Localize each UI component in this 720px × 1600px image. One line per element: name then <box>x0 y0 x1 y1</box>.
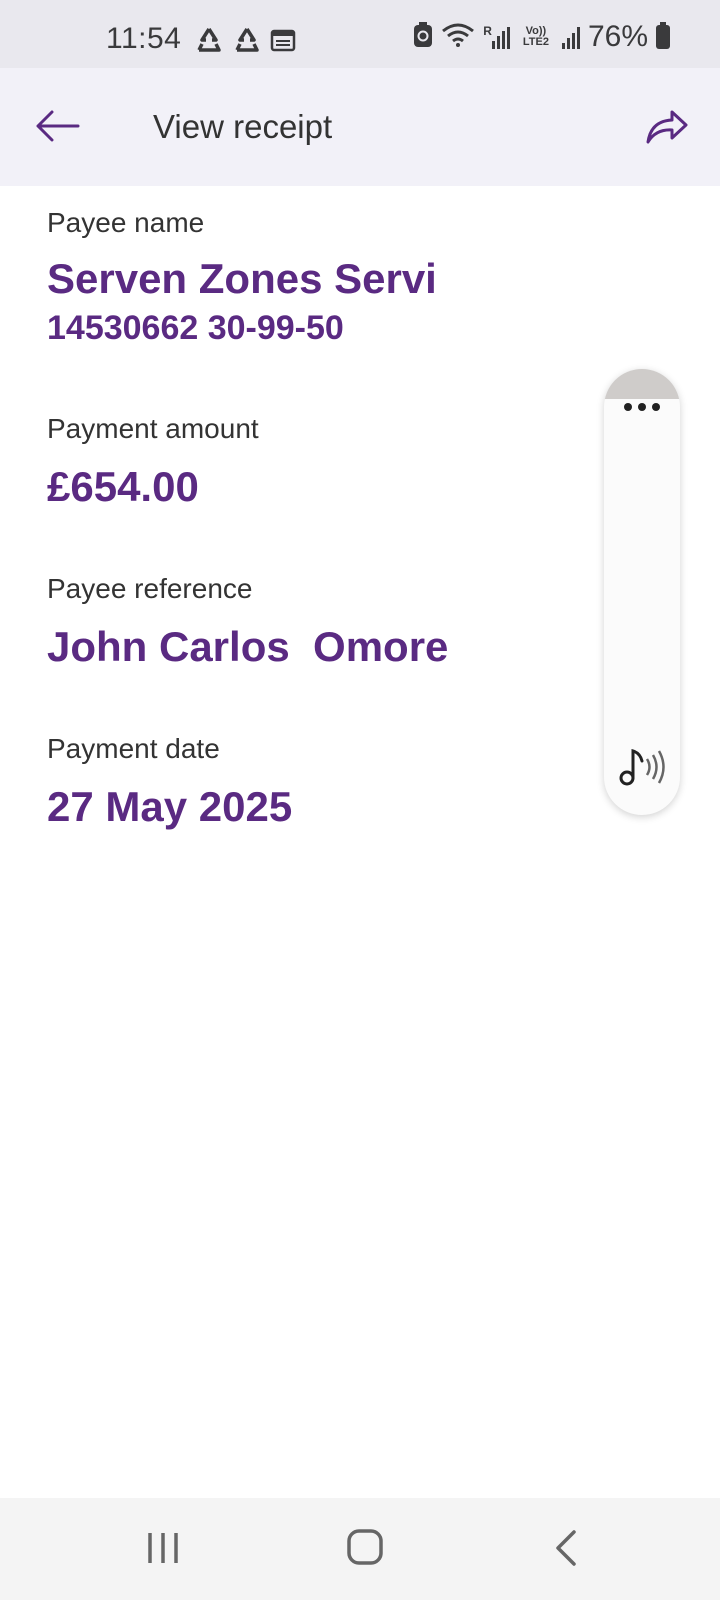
payee-reference-section: Payee reference John Carlos Omore <box>47 573 448 671</box>
payee-name-label: Payee name <box>47 207 205 238</box>
back-button[interactable] <box>34 108 82 144</box>
payee-reference-label: Payee reference <box>47 573 253 604</box>
audio-note-icon[interactable] <box>618 745 668 789</box>
system-nav-bar <box>0 1498 720 1600</box>
status-bar: 11:54 R Vo)) LTE2 76% <box>0 0 720 68</box>
payment-date-label: Payment date <box>47 733 220 764</box>
calendar-icon <box>270 28 296 57</box>
home-icon[interactable] <box>346 1528 384 1566</box>
payment-amount-label: Payment amount <box>47 413 259 444</box>
payee-account-details: 14530662 30-99-50 <box>47 309 344 347</box>
status-notification-icons <box>194 26 296 59</box>
share-button[interactable] <box>644 108 690 146</box>
app-bar: View receipt <box>0 68 720 186</box>
arrow-left-icon <box>36 110 80 142</box>
share-arrow-icon <box>646 110 688 144</box>
payment-date-section: Payment date 27 May 2025 <box>47 733 292 831</box>
status-time: 11:54 <box>106 22 182 55</box>
recents-icon[interactable] <box>146 1530 180 1566</box>
battery-percentage: 76% <box>587 20 648 53</box>
roaming-label: R <box>483 24 492 38</box>
page-title: View receipt <box>153 108 333 145</box>
payee-name-value: Serven Zones Servi <box>47 255 437 302</box>
floating-side-panel[interactable] <box>604 369 680 815</box>
battery-saver-icon <box>413 21 433 53</box>
payee-reference-value: John Carlos Omore <box>47 623 449 670</box>
signal-icon <box>561 25 580 49</box>
more-dots-icon[interactable] <box>624 403 660 411</box>
panel-drag-handle[interactable] <box>604 369 680 399</box>
status-system-icons: R Vo)) LTE2 76% <box>413 20 670 54</box>
battery-icon <box>656 22 670 49</box>
payee-name-section: Payee name Serven Zones Servi 14530662 3… <box>47 207 437 348</box>
payment-amount-value: £654.00 <box>47 463 199 510</box>
roaming-signal-icon: R <box>483 25 510 49</box>
payment-amount-section: Payment amount £654.00 <box>47 413 259 511</box>
lte-label: Vo)) LTE2 <box>522 25 549 48</box>
recycle-icon <box>232 26 262 59</box>
payment-date-value: 27 May 2025 <box>47 783 293 830</box>
back-chevron-icon[interactable] <box>554 1529 578 1567</box>
wifi-icon <box>441 22 475 53</box>
recycle-icon <box>194 26 224 59</box>
